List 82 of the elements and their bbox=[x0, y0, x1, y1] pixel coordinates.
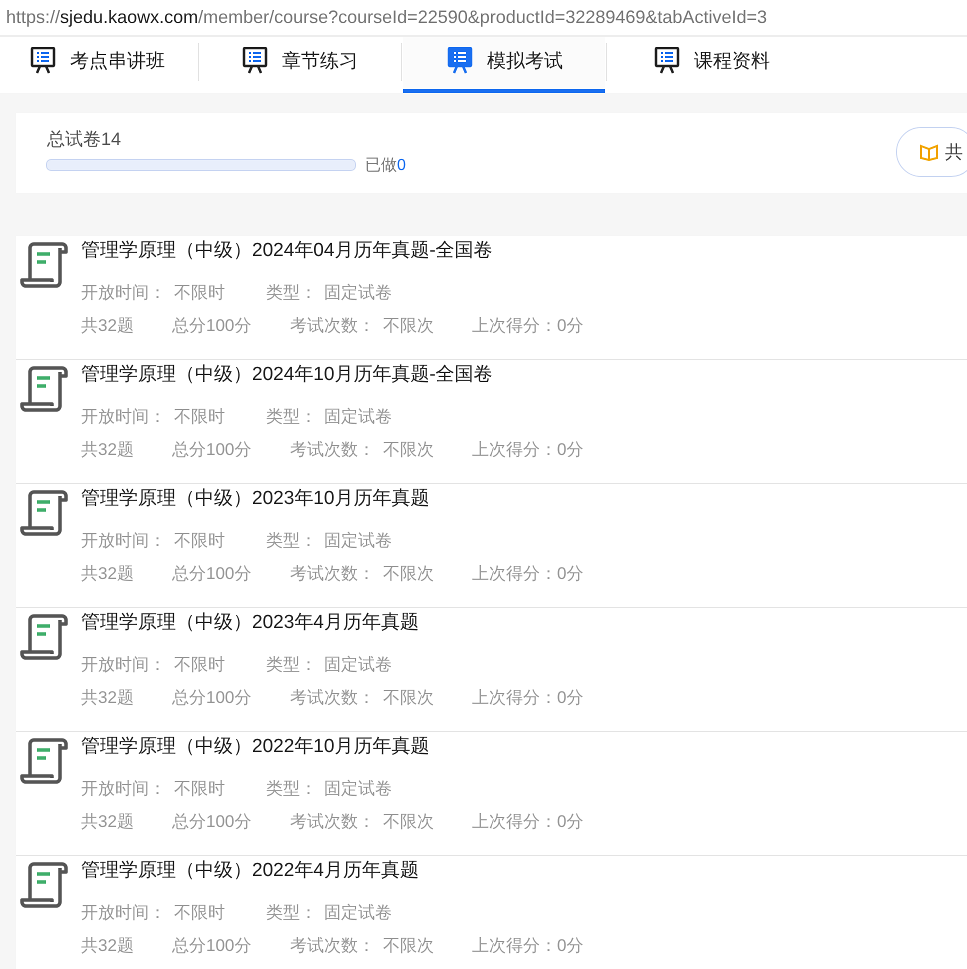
paper-row[interactable]: 管理学原理（中级）2022年10月历年真题 开放时间： 不限时 类型： 固定试卷 共32题 总分100分 考试次数： 不限次 上次得分：0分 bbox=[16, 732, 967, 856]
paper-meta: 类型： bbox=[266, 902, 318, 924]
scroll-icon bbox=[20, 738, 68, 784]
scroll-icon bbox=[20, 242, 68, 288]
paper-title: 管理学原理（中级）2024年10月历年真题-全国卷 bbox=[81, 363, 494, 387]
scroll-icon bbox=[20, 366, 68, 412]
paper-meta: 总分100分 bbox=[172, 687, 252, 709]
paper-meta: 类型： bbox=[266, 778, 318, 800]
paper-meta: 固定试卷 bbox=[324, 654, 393, 676]
materials-button[interactable]: 共 bbox=[896, 127, 967, 177]
paper-meta: 共32题 bbox=[81, 687, 135, 709]
paper-meta: 固定试卷 bbox=[324, 530, 393, 552]
paper-title: 管理学原理（中级）2024年04月历年真题-全国卷 bbox=[81, 239, 494, 263]
presentation-board-icon bbox=[30, 47, 56, 75]
paper-meta: 总分100分 bbox=[172, 563, 252, 585]
paper-row[interactable]: 管理学原理（中级）2022年4月历年真题 开放时间： 不限时 类型： 固定试卷 共32题 总分100分 考试次数： 不限次 上次得分：0分 bbox=[16, 856, 967, 969]
paper-meta: 总分100分 bbox=[172, 935, 252, 957]
scroll-icon bbox=[20, 490, 68, 536]
paper-meta: 上次得分：0分 bbox=[472, 811, 584, 833]
paper-meta: 上次得分：0分 bbox=[472, 563, 584, 585]
paper-meta: 考试次数： bbox=[290, 935, 376, 957]
scroll-icon bbox=[20, 862, 68, 908]
paper-meta: 考试次数： bbox=[290, 811, 376, 833]
paper-meta: 上次得分：0分 bbox=[472, 439, 584, 461]
paper-meta: 不限时 bbox=[174, 778, 226, 800]
paper-meta: 类型： bbox=[266, 406, 318, 428]
paper-meta: 总分100分 bbox=[172, 439, 252, 461]
paper-meta: 考试次数： bbox=[290, 687, 376, 709]
paper-meta: 类型： bbox=[266, 530, 318, 552]
paper-title: 管理学原理（中级）2023年4月历年真题 bbox=[81, 611, 420, 635]
paper-meta: 固定试卷 bbox=[324, 778, 393, 800]
paper-meta: 开放时间： bbox=[81, 282, 167, 304]
paper-meta: 固定试卷 bbox=[324, 282, 393, 304]
presentation-board-icon bbox=[447, 47, 473, 75]
paper-meta: 上次得分：0分 bbox=[472, 935, 584, 957]
paper-meta: 类型： bbox=[266, 282, 318, 304]
paper-title: 管理学原理（中级）2023年10月历年真题 bbox=[81, 487, 430, 511]
paper-meta: 考试次数： bbox=[290, 315, 376, 337]
paper-meta: 不限时 bbox=[174, 530, 226, 552]
paper-meta: 开放时间： bbox=[81, 530, 167, 552]
paper-row[interactable]: 管理学原理（中级）2024年10月历年真题-全国卷 开放时间： 不限时 类型： 固定试卷 共32题 总分100分 考试次数： 不限次 上次得分：0分 bbox=[16, 360, 967, 484]
paper-meta: 不限时 bbox=[174, 406, 226, 428]
paper-row[interactable]: 管理学原理（中级）2023年10月历年真题 开放时间： 不限时 类型： 固定试卷 共32题 总分100分 考试次数： 不限次 上次得分：0分 bbox=[16, 484, 967, 608]
paper-meta: 开放时间： bbox=[81, 902, 167, 924]
paper-meta: 不限次 bbox=[383, 687, 435, 709]
scroll-icon bbox=[20, 614, 68, 660]
total-papers-label: 总试卷14 bbox=[47, 128, 122, 151]
tab[interactable]: 模拟考试 bbox=[403, 37, 605, 93]
paper-meta: 考试次数： bbox=[290, 563, 376, 585]
paper-meta: 不限时 bbox=[174, 654, 226, 676]
paper-meta: 不限次 bbox=[383, 439, 435, 461]
paper-meta: 共32题 bbox=[81, 439, 135, 461]
paper-meta: 总分100分 bbox=[172, 315, 252, 337]
paper-title: 管理学原理（中级）2022年10月历年真题 bbox=[81, 735, 430, 759]
paper-row[interactable]: 管理学原理（中级）2024年04月历年真题-全国卷 开放时间： 不限时 类型： 固定试卷 共32题 总分100分 考试次数： 不限次 上次得分：0分 bbox=[16, 236, 967, 360]
paper-meta: 共32题 bbox=[81, 563, 135, 585]
paper-meta: 考试次数： bbox=[290, 439, 376, 461]
paper-meta: 上次得分：0分 bbox=[472, 687, 584, 709]
paper-meta: 共32题 bbox=[81, 935, 135, 957]
paper-meta: 开放时间： bbox=[81, 406, 167, 428]
paper-meta: 共32题 bbox=[81, 315, 135, 337]
paper-meta: 类型： bbox=[266, 654, 318, 676]
presentation-board-icon bbox=[242, 47, 268, 75]
paper-meta: 不限次 bbox=[383, 811, 435, 833]
presentation-board-icon bbox=[654, 47, 680, 75]
address-bar-url[interactable]: https://sjedu.kaowx.com/member/course?courseId=22590&productId=32289469&tabActiveId=3 bbox=[0, 0, 967, 37]
paper-title: 管理学原理（中级）2022年4月历年真题 bbox=[81, 859, 420, 883]
paper-meta: 开放时间： bbox=[81, 778, 167, 800]
paper-meta: 不限次 bbox=[383, 935, 435, 957]
paper-meta: 总分100分 bbox=[172, 811, 252, 833]
paper-meta: 共32题 bbox=[81, 811, 135, 833]
paper-row[interactable]: 管理学原理（中级）2023年4月历年真题 开放时间： 不限时 类型： 固定试卷 共32题 总分100分 考试次数： 不限次 上次得分：0分 bbox=[16, 608, 967, 732]
paper-meta: 不限次 bbox=[383, 315, 435, 337]
paper-meta: 开放时间： bbox=[81, 654, 167, 676]
book-icon bbox=[919, 143, 939, 161]
paper-meta: 固定试卷 bbox=[324, 902, 393, 924]
paper-meta: 不限次 bbox=[383, 563, 435, 585]
paper-meta: 上次得分：0分 bbox=[472, 315, 584, 337]
paper-meta: 固定试卷 bbox=[324, 406, 393, 428]
paper-meta: 不限时 bbox=[174, 282, 226, 304]
paper-meta: 不限时 bbox=[174, 902, 226, 924]
done-count: 已做0 bbox=[365, 156, 406, 176]
